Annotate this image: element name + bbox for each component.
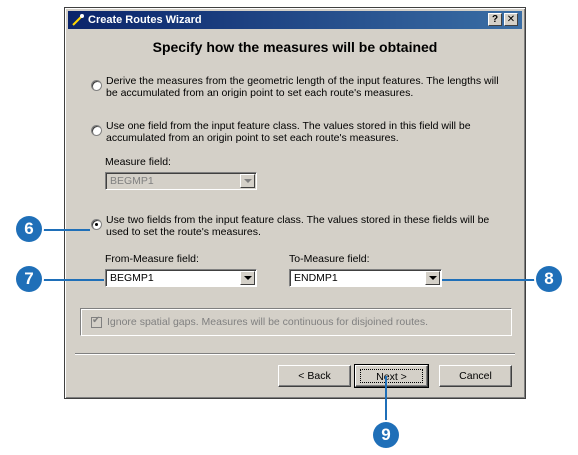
from-measure-label: From-Measure field:	[105, 253, 199, 265]
cancel-button[interactable]: Cancel	[439, 365, 512, 387]
next-button[interactable]: Next >	[354, 364, 429, 388]
option-two-fields-label: Use two fields from the input feature cl…	[106, 214, 490, 238]
from-measure-combo[interactable]: BEGMP1	[105, 269, 257, 287]
ignore-gaps-label: Ignore spatial gaps. Measures will be co…	[107, 316, 429, 328]
callout-8-line	[442, 279, 537, 281]
measure-field-label: Measure field:	[105, 156, 171, 168]
callout-6-line	[40, 229, 90, 231]
back-button[interactable]: < Back	[278, 365, 351, 387]
measure-field-value: BEGMP1	[110, 175, 154, 187]
window-title: Create Routes Wizard	[88, 14, 202, 26]
radio-geometric-length[interactable]	[91, 80, 102, 91]
radio-two-fields[interactable]	[91, 219, 102, 230]
title-bar[interactable]: Create Routes Wizard ? ✕	[68, 11, 522, 29]
callout-7: 7	[16, 266, 42, 292]
option-geometric-length-label: Derive the measures from the geometric l…	[106, 75, 499, 99]
from-measure-value: BEGMP1	[110, 272, 154, 284]
radio-one-field[interactable]	[91, 125, 102, 136]
option-one-field-label: Use one field from the input feature cla…	[106, 120, 471, 144]
callout-6: 6	[16, 216, 42, 242]
wizard-wand-icon	[72, 14, 84, 26]
callout-8: 8	[536, 266, 562, 292]
ignore-gaps-group: Ignore spatial gaps. Measures will be co…	[80, 308, 512, 336]
ignore-gaps-checkbox	[91, 315, 102, 328]
to-measure-combo[interactable]: ENDMP1	[289, 269, 442, 287]
separator	[75, 353, 515, 355]
close-button[interactable]: ✕	[504, 13, 518, 26]
help-button[interactable]: ?	[488, 13, 502, 26]
chevron-down-icon[interactable]	[425, 271, 440, 285]
to-measure-label: To-Measure field:	[289, 253, 370, 265]
page-title: Specify how the measures will be obtaine…	[152, 39, 438, 55]
callout-7-line	[40, 279, 104, 281]
callout-9-line	[385, 376, 387, 422]
chevron-down-icon	[240, 174, 255, 188]
to-measure-value: ENDMP1	[294, 272, 338, 284]
measure-field-combo: BEGMP1	[105, 172, 257, 190]
next-button-label: Next >	[360, 369, 423, 383]
chevron-down-icon[interactable]	[240, 271, 255, 285]
callout-9: 9	[373, 422, 399, 448]
create-routes-wizard-dialog: Create Routes Wizard ? ✕ Specify how the…	[64, 7, 526, 399]
